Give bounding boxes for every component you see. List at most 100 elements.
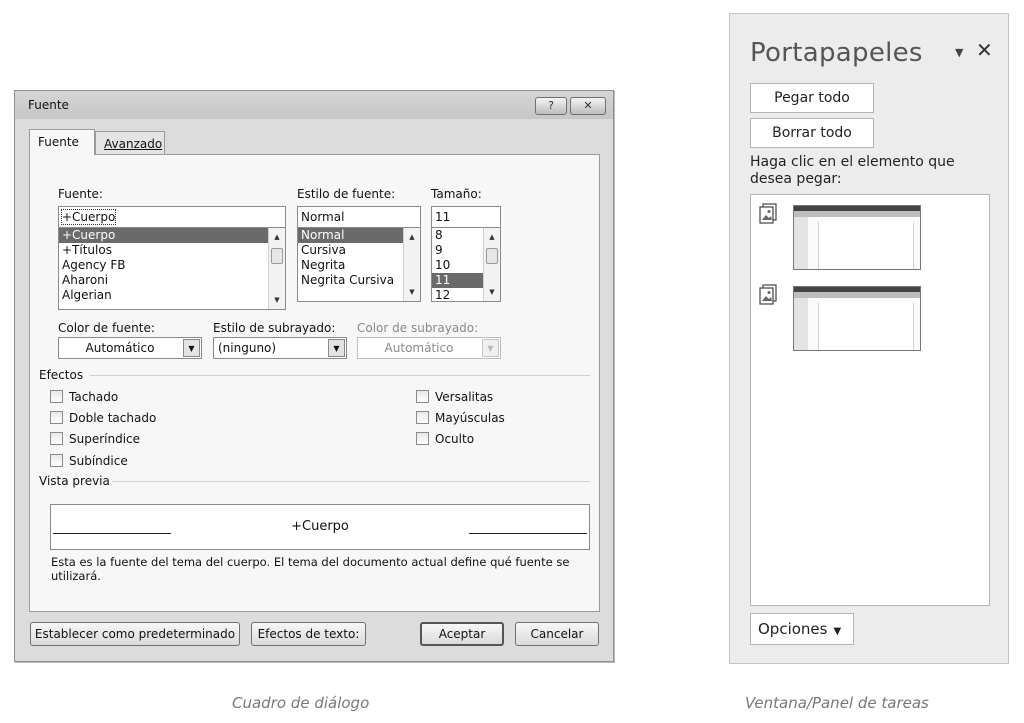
close-icon: ✕ [583,99,593,112]
checkbox-icon[interactable] [416,411,429,424]
thumb-page [818,303,914,350]
clipboard-items [750,194,990,606]
font-style-input[interactable]: Normal [297,206,421,228]
font-input[interactable]: +Cuerpo [58,206,286,228]
checkbox-label: Oculto [435,432,475,446]
scroll-down-icon[interactable]: ▼ [404,285,420,299]
preview-divider [112,481,590,482]
font-listbox[interactable]: +Cuerpo +Títulos Agency FB Aharoni Alger… [58,227,286,310]
checkbox-icon[interactable] [416,432,429,445]
dialog-title: Fuente [28,98,69,112]
checkbox-label: Superíndice [69,432,141,446]
thumb-sidebar [794,298,808,350]
checkbox-tachado[interactable]: Tachado [50,390,118,404]
clear-all-button[interactable]: Borrar todo [750,118,874,148]
dropdown-arrow-icon: ▼ [482,339,499,357]
image-clip-icon [759,284,777,305]
pane-instruction: Haga clic en el elemento que desea pegar… [750,154,955,187]
underline-style-value: (ninguno) [218,341,277,355]
font-style-listbox[interactable]: Normal Cursiva Negrita Negrita Cursiva ▲… [297,227,421,302]
style-list-item[interactable]: Negrita [298,258,420,273]
help-button[interactable]: ? [535,97,567,115]
paste-all-button[interactable]: Pegar todo [750,83,874,113]
scroll-up-icon[interactable]: ▲ [404,230,420,244]
thumb-page [818,222,914,269]
checkbox-icon[interactable] [50,454,63,467]
checkbox-subindice[interactable]: Subíndice [50,454,128,468]
set-default-button[interactable]: Establecer como predeterminado [30,622,240,646]
font-size-input-value: 11 [435,210,451,224]
size-list-scrollbar[interactable]: ▲ ▼ [483,228,500,301]
checkbox-label: Subíndice [69,454,128,468]
font-label: Fuente: [58,187,103,201]
checkbox-label: Doble tachado [69,411,157,425]
dialog-caption: Cuadro de diálogo [232,694,370,712]
underline-color-value: Automático [384,341,454,355]
font-list-item[interactable]: Aharoni [59,273,285,288]
pane-caption: Ventana/Panel de tareas [745,694,929,712]
options-label: Opciones [758,620,828,638]
checkbox-superindice[interactable]: Superíndice [50,432,140,446]
font-size-label: Tamaño: [431,187,482,201]
font-list-item[interactable]: +Títulos [59,243,285,258]
size-list-item[interactable]: 11 [432,273,483,288]
underline-color-label: Color de subrayado: [357,321,479,335]
clipboard-item[interactable] [793,286,921,351]
font-dialog: Fuente ? ✕ Fuente Avanzado Fuente: +Cuer… [14,90,614,662]
text-effects-button[interactable]: Efectos de texto: [251,622,366,646]
clipboard-pane: Portapapeles ▼ ✕ Pegar todo Borrar todo … [729,13,1009,664]
clipboard-item[interactable] [793,205,921,270]
close-button[interactable]: ✕ [570,97,606,115]
scroll-up-icon[interactable]: ▲ [484,230,500,244]
ok-button[interactable]: Aceptar [420,622,504,646]
tab-fuente[interactable]: Fuente [29,129,95,155]
font-style-label: Estilo de fuente: [297,187,396,201]
font-size-listbox[interactable]: 8 9 10 11 12 ▲ ▼ [431,227,501,302]
checkbox-icon[interactable] [50,432,63,445]
checkbox-label: Mayúsculas [435,411,505,425]
scroll-down-icon[interactable]: ▼ [269,293,285,307]
checkbox-label: Versalitas [435,390,494,404]
effects-label: Efectos [39,368,84,382]
font-color-value: Automático [85,341,155,355]
preview-label: Vista previa [39,474,110,488]
scroll-thumb[interactable] [486,248,498,264]
dialog-titlebar[interactable]: Fuente ? ✕ [15,91,613,119]
font-list-item[interactable]: +Cuerpo [59,228,285,243]
checkbox-icon[interactable] [50,411,63,424]
preview-description: Esta es la fuente del tema del cuerpo. E… [51,555,570,583]
scroll-up-icon[interactable]: ▲ [269,230,285,244]
checkbox-label: Tachado [69,390,119,404]
thumb-ribbon [794,211,920,217]
options-button[interactable]: Opciones ▼ [750,613,854,645]
cancel-button[interactable]: Cancelar [515,622,599,646]
checkbox-icon[interactable] [50,390,63,403]
font-list-item[interactable]: Agency FB [59,258,285,273]
font-size-input[interactable]: 11 [431,206,501,228]
pane-menu-icon[interactable]: ▼ [955,46,963,59]
checkbox-mayusculas[interactable]: Mayúsculas [416,411,505,425]
font-list-item[interactable]: Algerian [59,288,285,303]
scroll-down-icon[interactable]: ▼ [484,285,500,299]
style-list-item[interactable]: Cursiva [298,243,420,258]
tab-avanzado[interactable]: Avanzado [95,131,165,155]
effects-divider [90,375,590,376]
dropdown-arrow-icon[interactable]: ▼ [183,339,200,357]
style-list-item[interactable]: Normal [298,228,403,243]
checkbox-icon[interactable] [416,390,429,403]
scroll-thumb[interactable] [271,248,283,264]
dropdown-arrow-icon[interactable]: ▼ [328,339,345,357]
checkbox-versalitas[interactable]: Versalitas [416,390,493,404]
underline-style-select[interactable]: (ninguno) ▼ [213,337,347,359]
font-color-select[interactable]: Automático ▼ [58,337,202,359]
help-icon: ? [548,99,554,112]
pane-close-icon[interactable]: ✕ [976,38,993,62]
style-list-scrollbar[interactable]: ▲ ▼ [403,228,420,301]
underline-color-select: Automático ▼ [357,337,501,359]
checkbox-doble-tachado[interactable]: Doble tachado [50,411,156,425]
style-list-item[interactable]: Negrita Cursiva [298,273,420,288]
chevron-down-icon: ▼ [833,626,842,637]
font-list-scrollbar[interactable]: ▲ ▼ [268,228,285,309]
checkbox-oculto[interactable]: Oculto [416,432,474,446]
font-preview: +Cuerpo [50,504,590,550]
